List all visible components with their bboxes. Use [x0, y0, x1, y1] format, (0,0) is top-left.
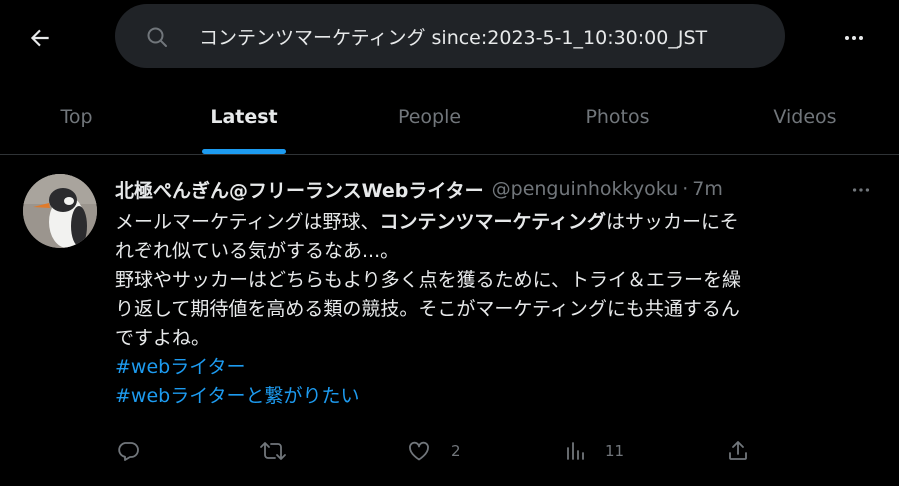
more-options-button[interactable]	[836, 20, 872, 56]
tweet-header: 北極ぺんぎん@フリーランスWebライター @penguinhokkyoku · …	[115, 174, 875, 204]
like-button[interactable]: 2	[407, 431, 461, 471]
heart-icon	[409, 441, 429, 461]
search-box[interactable]	[115, 4, 785, 68]
like-count: 2	[451, 442, 461, 460]
tweet-text-segment: はサッカーにそ	[605, 211, 739, 233]
retweet-button[interactable]	[259, 431, 287, 471]
penguin-avatar-image	[23, 174, 97, 248]
top-bar	[0, 0, 899, 72]
reply-icon	[118, 442, 139, 461]
tab-label: Videos	[773, 106, 837, 128]
reply-button[interactable]	[116, 431, 140, 471]
tab-label: Latest	[210, 106, 278, 128]
hashtag-link[interactable]: #webライターと繋がりたい	[115, 382, 865, 411]
tweet-time[interactable]: 7m	[692, 178, 723, 200]
tab-videos[interactable]: Videos	[711, 80, 899, 154]
more-horizontal-icon	[845, 36, 863, 40]
views-button[interactable]: 11	[565, 431, 624, 471]
views-count: 11	[605, 442, 625, 460]
display-name[interactable]: 北極ぺんぎん@フリーランスWebライター	[115, 176, 484, 203]
separator-dot: ·	[682, 178, 689, 200]
tab-label: People	[397, 106, 462, 128]
tweet[interactable]: 北極ぺんぎん@フリーランスWebライター @penguinhokkyoku · …	[0, 156, 899, 486]
views-chart-icon	[567, 442, 584, 460]
tweet-actions: 2 11	[0, 431, 899, 471]
active-tab-indicator	[202, 149, 286, 154]
search-input[interactable]	[199, 16, 783, 56]
retweet-icon	[260, 442, 286, 460]
arrow-left-icon	[30, 29, 49, 47]
avatar[interactable]	[23, 174, 97, 248]
tweet-text: メールマーケティングは野球、コンテンツマーケティングはサッカーにそ れぞれ似てい…	[115, 208, 865, 411]
tweet-line: 野球やサッカーはどちらもより多く点を獲るために、トライ＆エラーを繰	[115, 269, 742, 291]
tab-label: Top	[60, 106, 93, 128]
tab-people[interactable]: People	[335, 80, 524, 154]
tweet-line: ですよね。	[115, 327, 211, 349]
tweet-line: メールマーケティングは野球、コンテンツマーケティングはサッカーにそ	[115, 208, 865, 237]
tab-photos[interactable]: Photos	[524, 80, 711, 154]
tab-top[interactable]: Top	[0, 80, 153, 154]
more-horizontal-icon	[852, 188, 870, 192]
tweet-text-segment: メールマーケティングは野球、	[115, 211, 380, 233]
tab-label: Photos	[585, 106, 650, 128]
search-icon	[147, 27, 167, 47]
tab-latest[interactable]: Latest	[153, 80, 335, 154]
tweet-line: り返して期待値を高める類の競技。そこがマーケティングにも共通するん	[115, 298, 740, 320]
hashtag-link[interactable]: #webライター	[115, 353, 865, 382]
share-icon	[729, 441, 747, 460]
search-keyword-highlight: コンテンツマーケティング	[379, 211, 606, 233]
search-tabs: Top Latest People Photos Videos	[0, 80, 899, 155]
tweet-more-button[interactable]	[846, 178, 876, 202]
user-handle[interactable]: @penguinhokkyoku	[492, 178, 679, 200]
tweet-line: れぞれ似ている気がするなあ...。	[115, 240, 400, 262]
back-button[interactable]	[22, 20, 58, 56]
share-button[interactable]	[726, 431, 750, 471]
